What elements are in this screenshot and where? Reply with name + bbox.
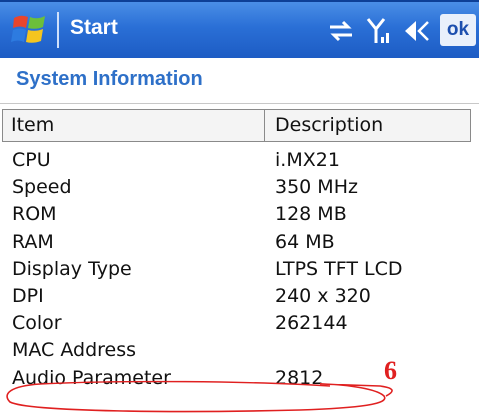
item-cell: CPU <box>12 149 51 171</box>
table-row[interactable]: CPU i.MX21 <box>0 147 479 174</box>
column-header-item[interactable]: Item <box>3 110 265 141</box>
description-cell: 64 MB <box>275 230 335 253</box>
table-row[interactable]: RAM 64 MB <box>0 229 479 256</box>
signal-icon[interactable] <box>366 17 394 45</box>
table-body: CPU i.MX21 Speed 350 MHz ROM 128 MB RAM … <box>0 147 479 392</box>
table-row[interactable]: Display Type LTPS TFT LCD <box>0 256 479 283</box>
header-divider <box>0 103 479 104</box>
table-row[interactable]: MAC Address <box>0 337 479 364</box>
app-title[interactable]: Start <box>70 16 118 40</box>
item-cell: RAM <box>12 230 54 253</box>
description-cell: LTPS TFT LCD <box>275 257 403 280</box>
title-bar: Start ok <box>0 0 479 58</box>
annotation-ellipse <box>6 380 393 413</box>
table-row[interactable]: ROM 128 MB <box>0 201 479 228</box>
column-header-description[interactable]: Description <box>265 110 470 141</box>
item-cell: ROM <box>12 203 57 226</box>
speaker-icon[interactable] <box>402 17 432 45</box>
item-cell: Display Type <box>12 257 132 280</box>
table-row[interactable]: Speed 350 MHz <box>0 174 479 201</box>
description-cell: 350 MHz <box>275 176 358 199</box>
item-cell: Speed <box>12 176 72 199</box>
description-cell: 128 MB <box>275 203 347 226</box>
connectivity-icon[interactable] <box>326 17 356 45</box>
table-row[interactable]: Color 262144 <box>0 310 479 337</box>
item-cell: DPI <box>12 284 44 307</box>
table-header: Item Description <box>2 109 471 142</box>
item-cell: Color <box>12 312 62 335</box>
description-cell: 240 x 320 <box>275 284 371 307</box>
description-cell: 262144 <box>275 312 348 335</box>
page-title: System Information <box>16 68 203 90</box>
table-row[interactable]: DPI 240 x 320 <box>0 283 479 310</box>
ok-button[interactable]: ok <box>440 14 476 46</box>
item-cell: MAC Address <box>12 339 137 362</box>
title-separator <box>57 12 59 48</box>
description-cell: i.MX21 <box>275 149 340 171</box>
windows-flag-icon[interactable] <box>10 12 50 48</box>
